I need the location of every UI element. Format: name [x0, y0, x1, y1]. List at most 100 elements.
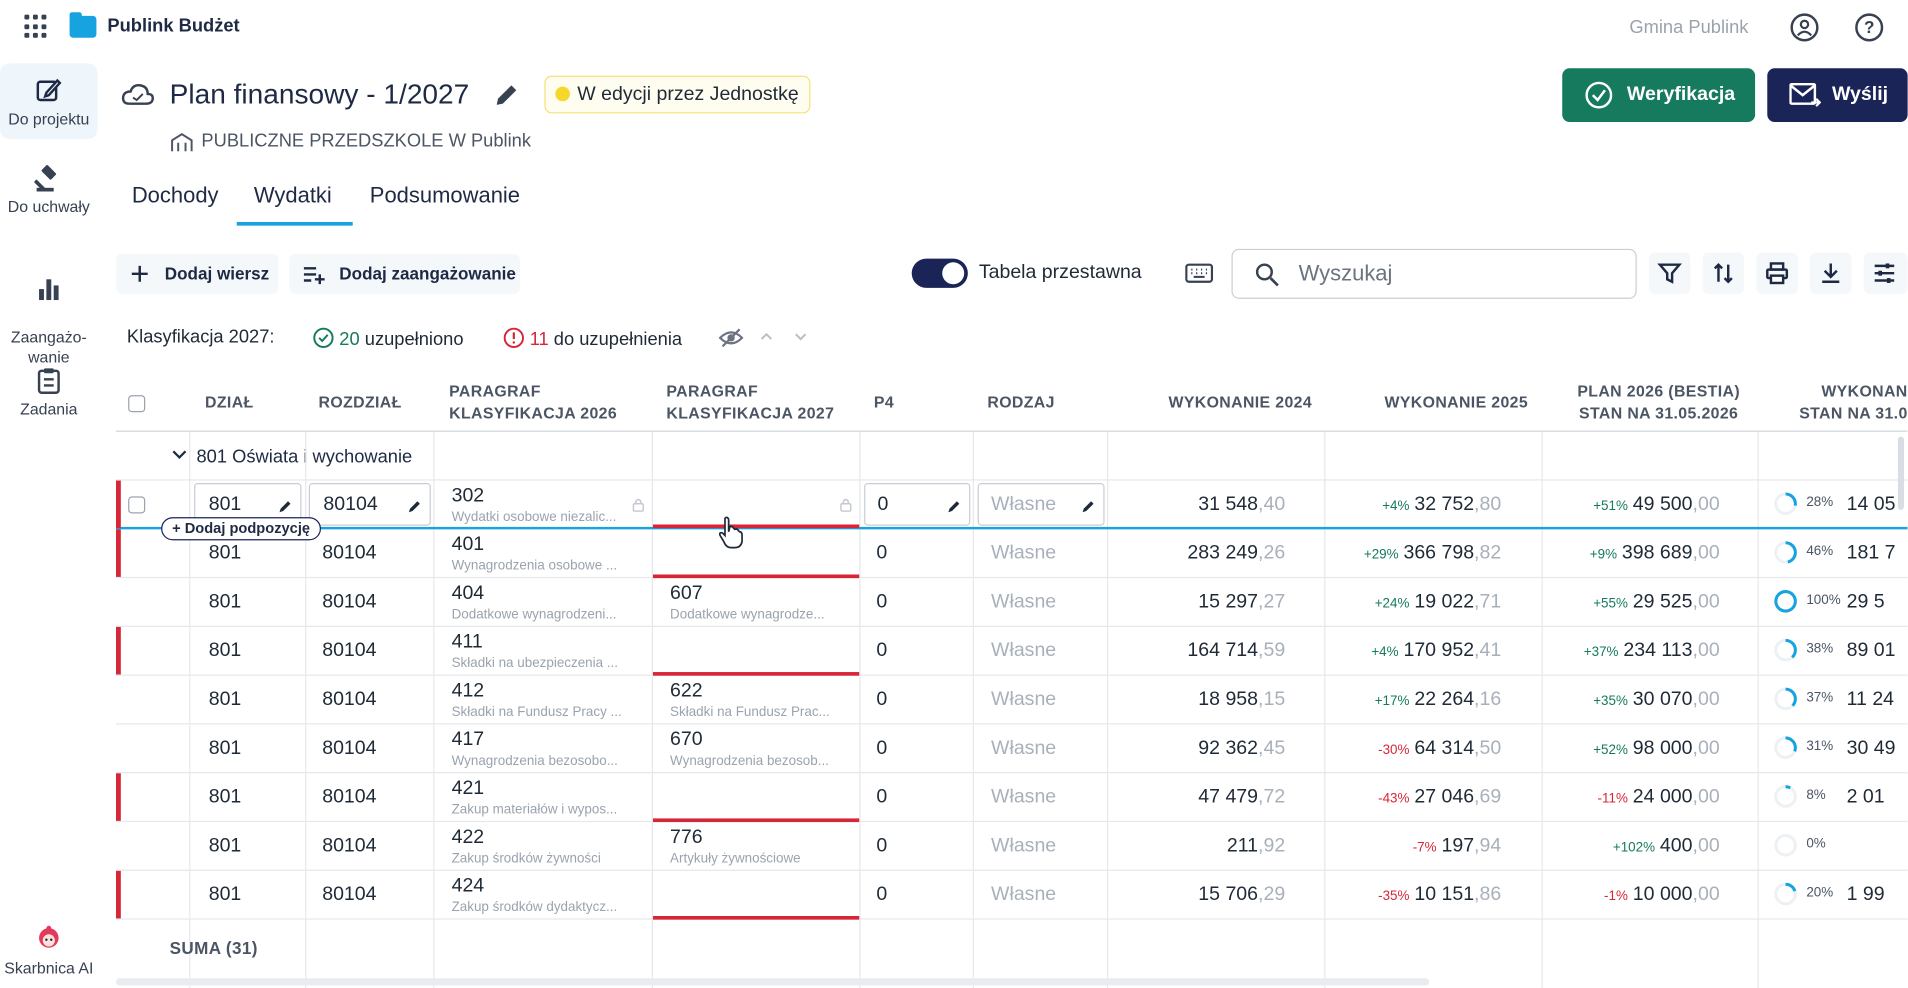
select-all-checkbox[interactable] — [128, 395, 146, 413]
chevron-down-icon[interactable] — [172, 450, 187, 460]
sidebar-item-zadania[interactable]: Zadania — [0, 366, 98, 420]
vertical-scrollbar[interactable] — [1897, 436, 1904, 510]
paragraph-2027-desc: Składki na Fundusz Prac... — [670, 704, 830, 720]
pencil-icon[interactable] — [1081, 499, 1096, 514]
table-row[interactable]: 801 80104 0 Własne 424 Zakup środków dydaktyc… — [115, 870, 1908, 920]
paragraph-2026-code[interactable]: 424 — [452, 876, 485, 898]
organization-name[interactable]: Gmina Publink — [1629, 17, 1748, 38]
column-header-dzial[interactable]: DZIAŁ — [205, 373, 254, 432]
execution-percent: 100% — [1806, 592, 1841, 608]
playlist-add-icon — [303, 267, 325, 285]
progress-ring-icon — [1774, 541, 1797, 564]
column-header-wykonanie-2025[interactable]: WYKONANIE 2025 — [1324, 373, 1528, 432]
active-tab-indicator — [236, 221, 353, 226]
sum-label: SUMA (31) — [169, 937, 258, 958]
table-row[interactable]: 801 80104 0 Własne 401 Wynagrodzenia osobowe … — [115, 529, 1908, 579]
column-header-plan-2026[interactable]: PLAN 2026 (BESTIA) STAN NA 31.05.2026 — [1546, 373, 1771, 432]
table-row[interactable]: 801 80104 0 Własne 411 Składki na ubezpieczen… — [115, 626, 1908, 676]
paragraph-2026-code[interactable]: 404 — [452, 583, 485, 605]
horizontal-scrollbar[interactable] — [115, 978, 1430, 986]
download-button[interactable] — [1810, 252, 1852, 294]
paragraph-2026-code[interactable]: 401 — [452, 534, 485, 556]
sidebar-item-skarbnica-ai[interactable]: Skarbnica AI — [0, 925, 98, 979]
column-header-rodzaj[interactable]: RODZAJ — [987, 373, 1054, 432]
rozdzial-input[interactable]: 80104 — [308, 483, 431, 526]
verify-button[interactable]: Weryfikacja — [1562, 68, 1756, 122]
todo-count[interactable]: 11 do uzupełnienia — [503, 327, 682, 350]
visibility-off-icon[interactable] — [718, 327, 744, 349]
pivot-table-toggle[interactable] — [911, 258, 968, 288]
column-header-paragraf-2027[interactable]: PARAGRAF KLASYFIKACJA 2027 — [666, 373, 834, 432]
help-icon[interactable]: ? — [1855, 13, 1884, 42]
execution-2026-value: 14 05 — [1846, 493, 1896, 515]
p4-input[interactable]: 0 — [864, 483, 971, 526]
add-commitment-label: Dodaj zaangażowanie — [339, 263, 516, 283]
column-header-p4[interactable]: P4 — [874, 373, 894, 432]
send-button[interactable]: Wyślij — [1767, 68, 1908, 122]
missing-classification-marker — [115, 870, 121, 919]
rodzaj-select[interactable]: Własne — [977, 483, 1105, 526]
value-integer: 234 113 — [1623, 640, 1693, 662]
chevron-up-icon[interactable] — [759, 332, 774, 342]
pencil-icon[interactable] — [278, 499, 293, 514]
tab-wydatki[interactable]: Wydatki — [254, 183, 332, 209]
change-percent: +4% — [1371, 645, 1399, 660]
edit-title-icon[interactable] — [493, 82, 520, 109]
alert-circle-icon — [503, 327, 524, 348]
paragraph-2027-code[interactable]: 622 — [670, 681, 703, 703]
paragraph-2027-code[interactable]: 776 — [670, 827, 703, 849]
chevron-down-icon[interactable] — [793, 332, 808, 342]
search-input[interactable] — [1298, 261, 1616, 287]
row-checkbox[interactable] — [128, 496, 146, 514]
value-decimal: ,27 — [1258, 591, 1286, 613]
column-header-wykonanie-2024[interactable]: WYKONANIE 2024 — [1108, 373, 1312, 432]
paragraph-2026-code[interactable]: 411 — [452, 632, 483, 654]
value-decimal: ,72 — [1258, 786, 1286, 808]
filter-button[interactable] — [1648, 252, 1691, 294]
table-row[interactable]: 801 80104 0 Własne 302 Wydatki osobowe niezal… — [115, 480, 1908, 530]
group-row[interactable]: 801 Oświata i wychowanie — [115, 432, 1908, 481]
paragraph-2026-code[interactable]: 412 — [452, 681, 485, 703]
sidebar-item-do-uchwaly[interactable]: Do uchwały — [0, 163, 98, 217]
add-row-button[interactable]: Dodaj wiersz — [115, 253, 279, 294]
filled-count-text: uzupełniono — [364, 329, 464, 351]
table-row[interactable]: 801 80104 0 Własne 417 Wynagrodzenia bezosobo… — [115, 725, 1908, 774]
sort-button[interactable] — [1702, 252, 1745, 294]
search-box[interactable] — [1231, 248, 1637, 299]
column-header-paragraf-2026[interactable]: PARAGRAF KLASYFIKACJA 2026 — [449, 373, 617, 432]
paragraph-2026-desc: Zakup środków żywności — [451, 851, 601, 866]
filled-count[interactable]: 20 uzupełniono — [312, 327, 464, 351]
column-header-rozdzial[interactable]: ROZDZIAŁ — [319, 373, 402, 432]
apps-grid-icon[interactable] — [24, 14, 48, 39]
sidebar-item-label: Zadania — [20, 400, 78, 419]
table-row[interactable]: 801 80104 0 Własne 412 Składki na Fundusz Pra… — [115, 676, 1908, 725]
column-settings-button[interactable] — [1863, 252, 1908, 294]
print-button[interactable] — [1756, 252, 1798, 294]
column-header-wykonanie-2026[interactable]: WYKONAN STAN NA 31.0 — [1776, 373, 1908, 432]
table-row[interactable]: 801 80104 0 Własne 421 Zakup materiałów i wyp… — [115, 773, 1908, 823]
sidebar-item-zaangazowanie[interactable]: Zaangażo- wanie — [0, 255, 98, 367]
paragraph-2026-code[interactable]: 421 — [452, 778, 485, 800]
paragraph-2026-code[interactable]: 417 — [452, 729, 485, 751]
pencil-icon[interactable] — [408, 499, 423, 514]
classification-label: Klasyfikacja 2027: — [126, 326, 275, 348]
keyboard-icon[interactable] — [1185, 263, 1214, 283]
execution-percent: 20% — [1806, 885, 1834, 901]
budget-table: DZIAŁ ROZDZIAŁ PARAGRAF KLASYFIKACJA 202… — [115, 373, 1908, 988]
pencil-icon[interactable] — [947, 499, 962, 514]
change-percent: +29% — [1363, 547, 1399, 563]
paragraph-2026-code[interactable]: 302 — [452, 485, 485, 507]
tab-dochody[interactable]: Dochody — [132, 183, 219, 209]
sidebar-item-do-projektu[interactable]: Do projektu — [0, 63, 98, 140]
tab-podsumowanie[interactable]: Podsumowanie — [370, 183, 520, 209]
table-row[interactable]: 801 80104 0 Własne 422 Zakup środków żywności… — [115, 822, 1908, 871]
add-subposition-button[interactable]: + Dodaj podpozycję — [161, 517, 322, 541]
add-commitment-button[interactable]: Dodaj zaangażowanie — [289, 253, 520, 294]
paragraph-2026-code[interactable]: 422 — [452, 827, 485, 849]
table-row[interactable]: 801 80104 0 Własne 404 Dodatkowe wynagrodzeni… — [115, 578, 1908, 627]
value-decimal: ,45 — [1258, 737, 1286, 759]
pivot-table-label: Tabela przestawna — [978, 262, 1142, 283]
paragraph-2027-code[interactable]: 607 — [670, 583, 703, 605]
account-icon[interactable] — [1790, 13, 1819, 42]
paragraph-2027-code[interactable]: 670 — [670, 729, 703, 751]
